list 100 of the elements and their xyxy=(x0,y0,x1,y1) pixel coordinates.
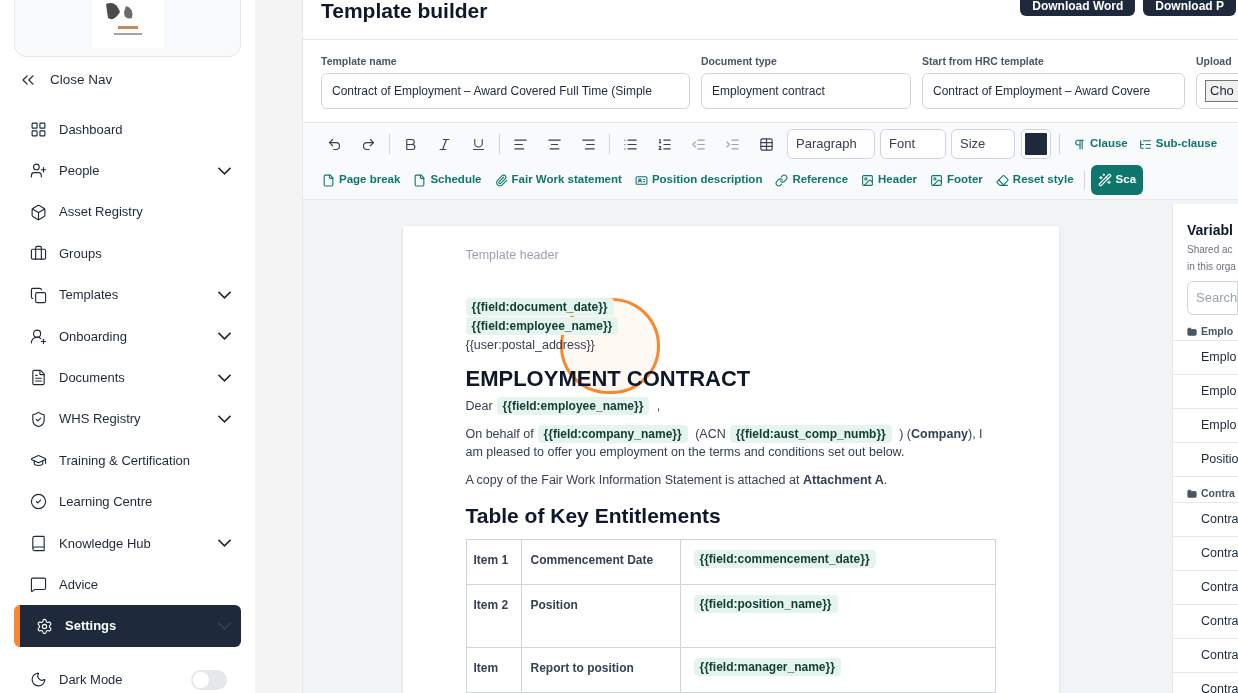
italic-icon xyxy=(437,136,452,152)
settings-icon xyxy=(36,617,53,635)
link-icon xyxy=(775,173,789,187)
nav-item[interactable]: Knowledge Hub xyxy=(14,522,241,565)
briefcase-icon xyxy=(30,245,47,263)
bullet-list-icon xyxy=(623,136,638,152)
insert-button[interactable]: Fair Work statement xyxy=(491,171,625,189)
insert-button[interactable]: Page break xyxy=(319,171,404,189)
eraser-icon xyxy=(995,173,1009,187)
text-field[interactable]: Contract of Employment – Award Covere xyxy=(922,72,1185,109)
image-icon xyxy=(930,173,944,187)
nav-item[interactable]: Learning Centre xyxy=(14,481,241,523)
nav-item[interactable]: Groups xyxy=(14,232,241,275)
insert-button[interactable]: Sub-clause xyxy=(1134,135,1222,153)
nav-item[interactable]: Advice xyxy=(14,564,241,606)
insert-button[interactable]: Footer xyxy=(927,171,986,189)
copy-icon xyxy=(30,286,47,304)
paragraph: A copy of the Fair Work Information Statement is attached at Attachment A. xyxy=(464,472,889,489)
nav-item[interactable]: Templates xyxy=(14,274,241,316)
close-nav-button[interactable]: Close Nav xyxy=(14,69,241,91)
variable-item[interactable]: Emplo xyxy=(1173,341,1238,375)
person-icon xyxy=(30,162,47,180)
variable-item[interactable]: Contra xyxy=(1173,503,1238,537)
choose-file-button[interactable]: Cho xyxy=(1205,79,1238,102)
nav-item[interactable]: WHS Registry xyxy=(14,398,241,440)
page-title: Template builder xyxy=(321,0,488,22)
nav-item[interactable]: Training & Certification xyxy=(14,439,241,482)
field-chip[interactable]: {{field:employee_name}} xyxy=(496,397,650,415)
insert-button[interactable]: Reference xyxy=(772,171,852,189)
nav-item[interactable]: Documents xyxy=(14,357,241,399)
insert-button[interactable]: Schedule xyxy=(410,171,485,189)
variable-item[interactable]: Contra xyxy=(1173,605,1238,639)
field-chip[interactable]: {{field:aust_comp_numb}} xyxy=(729,425,892,443)
nav-item[interactable]: Dashboard xyxy=(14,108,241,151)
chevron-down-icon xyxy=(218,166,231,175)
nav-item[interactable]: Onboarding xyxy=(14,315,241,358)
chevron-down-icon xyxy=(218,332,231,341)
variable-item[interactable]: Emplo xyxy=(1173,409,1238,443)
chevron-down-icon xyxy=(218,415,231,424)
variable-item[interactable]: Positio xyxy=(1173,443,1238,477)
folder-icon xyxy=(1187,488,1197,499)
table-cell: Item 2 xyxy=(466,584,521,648)
moon-icon xyxy=(30,671,47,689)
text-field[interactable]: Contract of Employment – Award Covered Full Time (Simple xyxy=(321,72,690,109)
list-tree-icon xyxy=(1138,137,1152,151)
grid-icon xyxy=(30,120,47,138)
text-field[interactable]: Employment contract xyxy=(701,72,911,109)
field-chip[interactable]: {{field:company_name}} xyxy=(537,425,688,443)
download-button[interactable]: Download Word xyxy=(1020,0,1136,16)
field-label: Start from HRC template xyxy=(922,54,1045,69)
page-icon xyxy=(413,173,427,187)
group-heading: Emplo xyxy=(1201,323,1234,339)
document-icon xyxy=(30,369,47,387)
paragraph: On behalf of {{field:company_name}} (ACN {{field:aust_comp_numb}} ) (Company), I am pleased to offer you employment on the terms and conditions set out below. xyxy=(464,425,984,461)
nav-item[interactable]: Settings xyxy=(14,605,241,647)
insert-button[interactable]: Header xyxy=(858,171,921,189)
panel-title: Variabl xyxy=(1187,221,1234,240)
dropdown[interactable]: Font xyxy=(880,129,946,159)
download-button[interactable]: Download P xyxy=(1143,0,1236,16)
variable-item[interactable]: Emplo xyxy=(1173,375,1238,409)
field-label: Template name xyxy=(321,54,398,69)
variable-item[interactable]: Contra xyxy=(1173,537,1238,571)
dark-mode-toggle[interactable] xyxy=(191,669,227,690)
dropdown[interactable]: Size xyxy=(951,129,1015,159)
redo-icon xyxy=(361,136,376,152)
panel-subtitle: Shared ac xyxy=(1187,243,1234,257)
table-icon xyxy=(759,136,774,152)
image-icon xyxy=(861,173,875,187)
color-swatch[interactable] xyxy=(1022,130,1050,158)
field-label: Document type xyxy=(701,54,778,69)
chevron-down-icon xyxy=(218,373,231,382)
shield-icon xyxy=(30,410,47,428)
book-icon xyxy=(30,534,47,552)
field-chip[interactable]: {{field:employee_name}} xyxy=(465,317,619,335)
check-circle-icon xyxy=(30,493,47,511)
insert-button[interactable]: Clause xyxy=(1069,135,1132,153)
variable-item[interactable]: Contra xyxy=(1173,571,1238,605)
insert-button[interactable]: Position description xyxy=(631,171,766,189)
field-chip[interactable]: {{field:commencement_date}} xyxy=(693,550,876,568)
magic-wand-icon xyxy=(1097,173,1112,187)
nav-item[interactable]: Asset Registry xyxy=(14,191,241,233)
field-chip[interactable]: {{field:position_name}} xyxy=(693,595,838,613)
chevron-down-icon xyxy=(218,539,231,548)
underline-icon xyxy=(471,136,486,152)
field-chip[interactable]: {{field:manager_name}} xyxy=(693,658,841,676)
field-chip[interactable]: {{field:document_date}} xyxy=(465,298,614,316)
table-cell: Commencement Date xyxy=(521,539,680,585)
chat-icon xyxy=(30,576,47,594)
insert-button[interactable]: Reset style xyxy=(992,171,1077,189)
undo-icon xyxy=(327,136,342,152)
variable-item[interactable]: Contra xyxy=(1173,673,1238,693)
table-cell: Item 1 xyxy=(466,539,521,585)
align-left-icon xyxy=(513,136,528,152)
variable-item[interactable]: Contra xyxy=(1173,639,1238,673)
numbered-list-icon xyxy=(657,136,672,152)
table-cell: Report to position xyxy=(521,647,680,693)
dropdown[interactable]: Paragraph xyxy=(787,129,875,159)
scan-button[interactable]: Sca xyxy=(1090,165,1144,195)
nav-item[interactable]: People xyxy=(14,150,241,192)
field-label: Upload xyxy=(1196,54,1233,69)
